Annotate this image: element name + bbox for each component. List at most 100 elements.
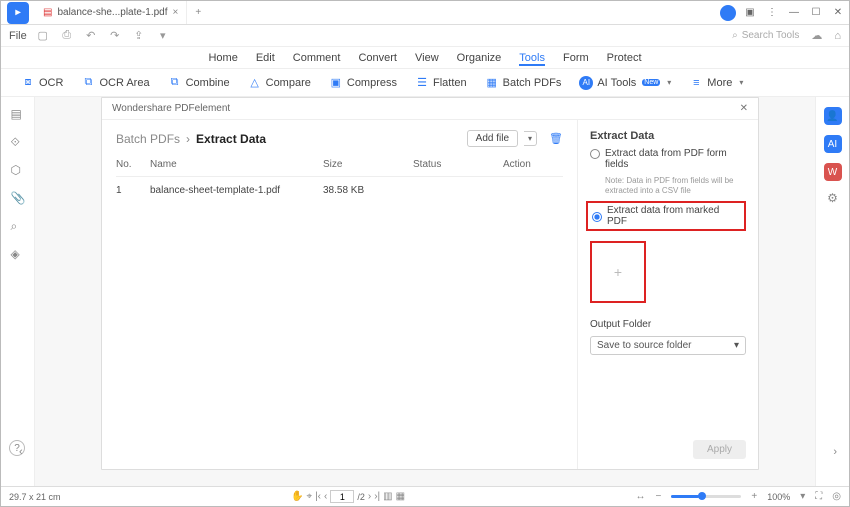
add-area-thumbnail[interactable]: + (590, 241, 646, 303)
word-chip-icon[interactable]: W (824, 163, 842, 181)
content-area: NET ASSETS (NET WORTH) Wondershare PDFel… (35, 97, 815, 486)
output-folder-label: Output Folder (590, 319, 746, 330)
option1-label: Extract data from PDF form fields (605, 148, 746, 170)
delete-icon[interactable]: 🗑 (549, 132, 563, 145)
ocr-button[interactable]: ⧈OCR (17, 74, 67, 92)
layout1-icon[interactable]: ▥ (383, 491, 392, 502)
layout2-icon[interactable]: ▦ (396, 491, 405, 502)
search-rail-icon[interactable]: ⌕ (11, 219, 25, 233)
breadcrumb-batch[interactable]: Batch PDFs (116, 132, 180, 146)
pdf-icon: ▤ (43, 7, 52, 18)
compare-icon: △ (248, 76, 262, 90)
shield-icon[interactable]: ⬡ (11, 163, 25, 177)
kebab-menu-icon[interactable]: ⋮ (761, 2, 783, 24)
undo-icon[interactable]: ↶ (83, 28, 99, 44)
maximize-icon[interactable]: ☐ (805, 2, 827, 24)
extract-title: Extract Data (590, 130, 746, 142)
ocr-icon: ⧈ (21, 76, 35, 90)
user-avatar-icon[interactable] (720, 5, 736, 21)
document-tab[interactable]: ▤ balance-she...plate-1.pdf × (35, 1, 187, 24)
zoom-slider[interactable] (671, 495, 741, 498)
user-chip-icon[interactable]: 👤 (824, 107, 842, 125)
apply-button[interactable]: Apply (693, 440, 746, 459)
bookmark-icon[interactable]: ⟐ (11, 135, 25, 149)
redo-icon[interactable]: ↷ (107, 28, 123, 44)
file-menu[interactable]: File (9, 30, 27, 42)
minimize-icon[interactable]: — (783, 2, 805, 24)
combine-icon: ⧉ (168, 76, 182, 90)
print-icon[interactable]: ⎙ (59, 28, 75, 44)
menu-home[interactable]: Home (208, 50, 237, 66)
ocr-area-button[interactable]: ⧉OCR Area (77, 74, 153, 92)
combine-button[interactable]: ⧉Combine (164, 74, 234, 92)
more-icon: ≡ (689, 76, 703, 90)
prev-page-chevron[interactable]: ‹ (19, 446, 23, 458)
first-page-icon[interactable]: |‹ (315, 491, 321, 502)
table-row[interactable]: 1 balance-sheet-template-1.pdf 38.58 KB (116, 177, 563, 204)
dropdown-icon[interactable]: ▾ (155, 28, 171, 44)
cell-status (413, 183, 503, 198)
output-folder-select[interactable]: Save to source folder ▾ (590, 336, 746, 355)
add-file-button[interactable]: Add file (467, 130, 518, 147)
prev-icon[interactable]: ‹ (324, 491, 327, 502)
chevron-down-icon: ▾ (734, 340, 739, 351)
zoom-out-icon[interactable]: − (656, 491, 662, 502)
menu-tools[interactable]: Tools (519, 50, 545, 66)
menu-comment[interactable]: Comment (293, 50, 341, 66)
read-mode-icon[interactable]: ◎ (832, 491, 841, 502)
more-button[interactable]: ≡More (685, 74, 747, 92)
menu-form[interactable]: Form (563, 50, 589, 66)
menu-view[interactable]: View (415, 50, 439, 66)
menu-convert[interactable]: Convert (358, 50, 397, 66)
thumbnail-icon[interactable]: ▤ (11, 107, 25, 121)
zoom-dropdown-icon[interactable]: ▾ (800, 491, 805, 502)
next-icon[interactable]: › (368, 491, 371, 502)
left-sidebar: ▤ ⟐ ⬡ 📎 ⌕ ◈ (1, 97, 35, 486)
close-tab-icon[interactable]: × (173, 7, 179, 18)
right-sidebar: 👤 AI W ⚙ (815, 97, 849, 486)
add-file-dropdown[interactable]: ▾ (524, 131, 537, 146)
close-panel-icon[interactable]: ✕ (740, 103, 748, 114)
ai-tools-button[interactable]: AIAI ToolsNew (575, 74, 675, 92)
window-box-icon[interactable]: ▣ (739, 2, 761, 24)
layers-icon[interactable]: ◈ (11, 247, 25, 261)
menu-organize[interactable]: Organize (457, 50, 502, 66)
menu-protect[interactable]: Protect (607, 50, 642, 66)
close-window-icon[interactable]: ✕ (827, 2, 849, 24)
save-icon[interactable]: ▢ (35, 28, 51, 44)
option-form-fields[interactable]: Extract data from PDF form fields (590, 148, 746, 170)
fullscreen-icon[interactable]: ⛶ (815, 491, 822, 502)
ai-chip-icon[interactable]: AI (824, 135, 842, 153)
zoom-in-icon[interactable]: + (751, 491, 757, 502)
breadcrumb-extract: Extract Data (196, 132, 266, 146)
next-page-chevron[interactable]: › (833, 446, 837, 458)
fit-width-icon[interactable]: ↔ (636, 491, 646, 502)
add-tab-button[interactable]: + (187, 7, 209, 18)
compare-button[interactable]: △Compare (244, 74, 315, 92)
cell-no: 1 (116, 183, 150, 198)
share-icon[interactable]: ⇪ (131, 28, 147, 44)
batch-icon: ▦ (485, 76, 499, 90)
option2-label: Extract data from marked PDF (607, 205, 740, 227)
last-page-icon[interactable]: ›| (374, 491, 380, 502)
select-tool-icon[interactable]: ⌖ (306, 491, 312, 502)
radio-unselected-icon[interactable] (590, 149, 600, 159)
status-bar: 29.7 x 21 cm ✋ ⌖ |‹ ‹ /2 › ›| ▥ ▦ ↔ − + … (1, 486, 849, 506)
page-input[interactable] (330, 490, 354, 503)
search-placeholder: Search Tools (742, 30, 800, 41)
settings-rail-icon[interactable]: ⚙ (827, 191, 838, 205)
flatten-button[interactable]: ☰Flatten (411, 74, 471, 92)
menu-edit[interactable]: Edit (256, 50, 275, 66)
batch-pdfs-button[interactable]: ▦Batch PDFs (481, 74, 566, 92)
hand-tool-icon[interactable]: ✋ (291, 491, 303, 502)
cloud-icon[interactable]: ☁ (811, 29, 822, 42)
cell-action (503, 183, 563, 198)
col-no: No. (116, 157, 150, 172)
radio-selected-icon[interactable] (592, 212, 602, 222)
batch-list-section: Batch PDFs › Extract Data Add file ▾ 🗑 N… (102, 120, 578, 469)
compress-button[interactable]: ▣Compress (325, 74, 401, 92)
home-icon[interactable]: ⌂ (834, 30, 841, 42)
attachment-icon[interactable]: 📎 (11, 191, 25, 205)
option-marked-pdf[interactable]: Extract data from marked PDF (586, 201, 746, 231)
search-tools[interactable]: ⌕ Search Tools (732, 30, 799, 41)
